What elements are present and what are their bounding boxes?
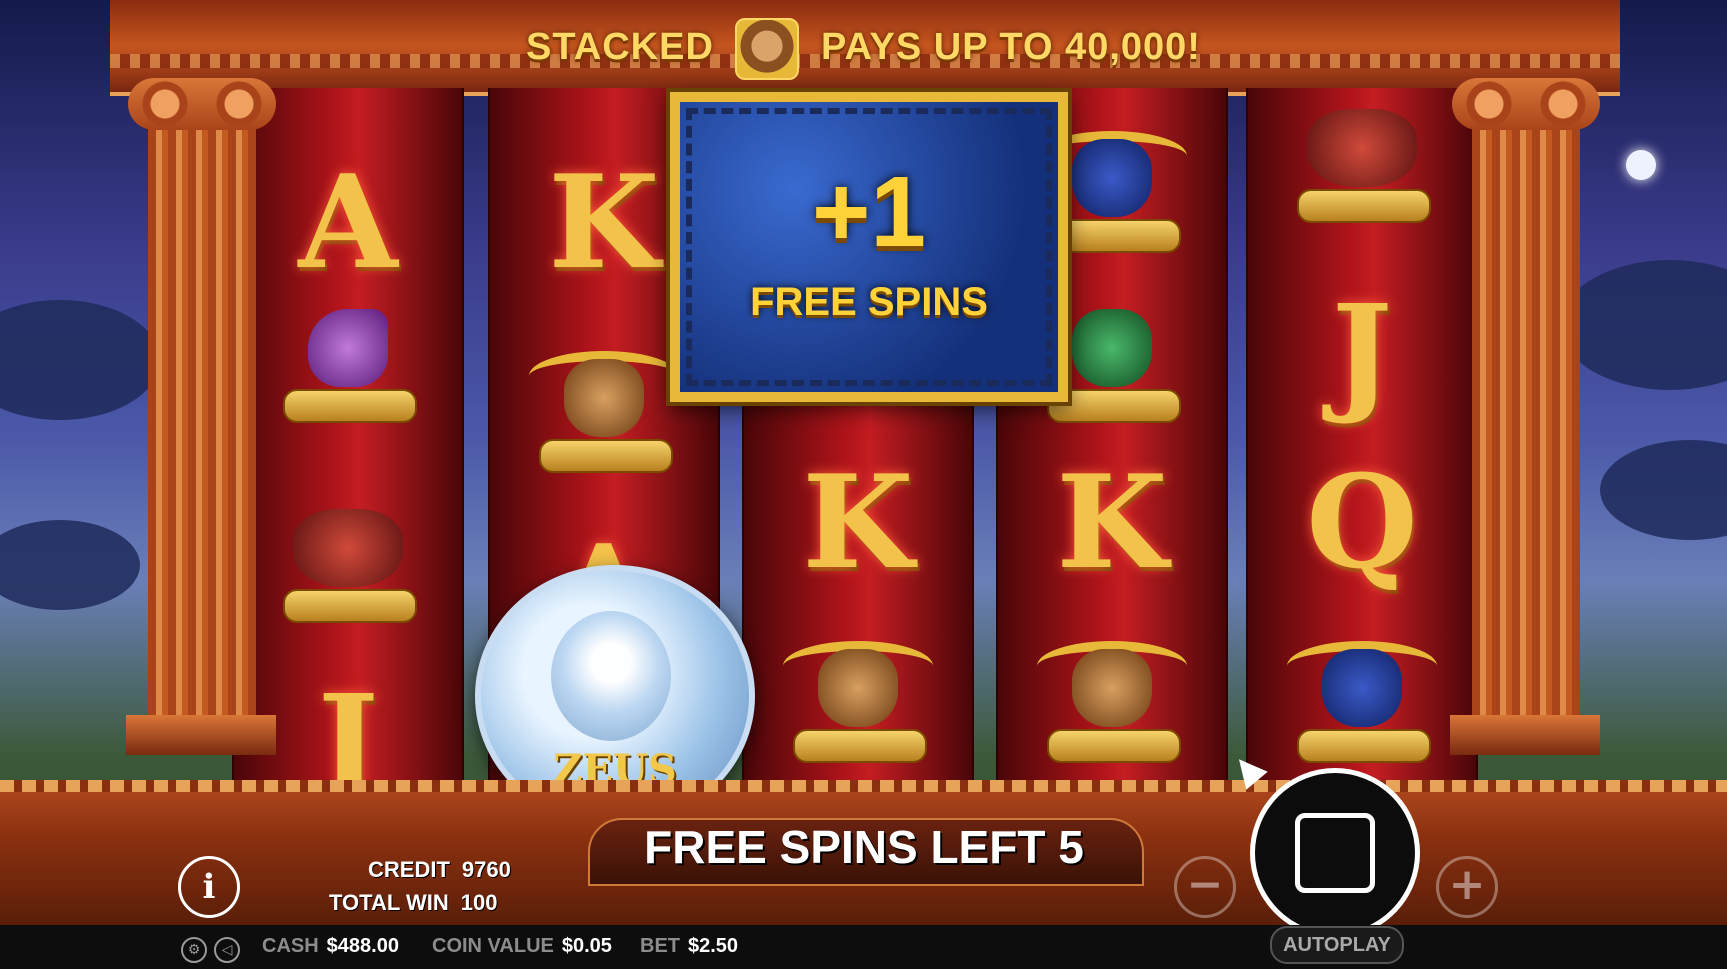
- moon-icon: [1626, 150, 1656, 180]
- free-spins-popup: +1 FREE SPINS: [670, 92, 1068, 402]
- cerberus-symbol-icon: [234, 488, 462, 638]
- bet-label: BET: [640, 935, 680, 957]
- reel-1: A J: [232, 88, 464, 807]
- symbol-q: Q: [1306, 448, 1418, 598]
- hercules-icon: [735, 18, 800, 80]
- popup-amount: +1: [811, 156, 926, 268]
- info-button[interactable]: i: [178, 856, 240, 918]
- background-tree: [0, 300, 160, 420]
- credit-label: CREDIT: [368, 857, 450, 882]
- background-tree: [1600, 440, 1727, 540]
- top-banner: STACKED PAYS UP TO 40,000!: [0, 18, 1727, 80]
- bet-value: $2.50: [688, 935, 739, 957]
- total-win-value: 100: [460, 890, 498, 915]
- ram-symbol-icon: [998, 628, 1226, 778]
- symbol-k: K: [802, 448, 914, 598]
- ram-symbol-icon: [744, 628, 972, 778]
- bull-symbol-icon: [1248, 628, 1476, 778]
- coin-value-display: COIN VALUE $0.05: [432, 935, 612, 958]
- credit-row: CREDIT 9760: [368, 857, 511, 883]
- left-column-capital: [128, 78, 276, 130]
- right-column: [1472, 80, 1580, 740]
- background-tree: [1560, 260, 1727, 390]
- symbol-k: K: [1056, 448, 1168, 598]
- cash-value: $488.00: [326, 935, 399, 957]
- free-spins-left-text: FREE SPINS LEFT 5: [644, 821, 1084, 873]
- cash-label: CASH: [262, 935, 319, 957]
- bet-display: BET $2.50: [640, 935, 738, 958]
- autoplay-button[interactable]: AUTOPLAY: [1270, 926, 1404, 964]
- total-win-label: TOTAL WIN: [329, 890, 449, 915]
- settings-icon[interactable]: ⚙: [181, 937, 207, 963]
- total-win-row: TOTAL WIN 100: [329, 890, 497, 916]
- eagle-symbol-icon: [234, 288, 462, 438]
- symbol-a: A: [298, 148, 398, 298]
- popup-label: FREE SPINS: [750, 280, 988, 324]
- stop-icon: [1295, 813, 1375, 893]
- background-tree: [0, 520, 140, 610]
- cerberus-symbol-icon: [1248, 88, 1476, 238]
- cash-display: CASH $488.00: [262, 935, 399, 958]
- credit-value: 9760: [461, 857, 511, 882]
- banner-right-text: PAYS UP TO 40,000!: [821, 26, 1201, 69]
- left-column-base: [126, 715, 276, 755]
- bottom-bar: [0, 925, 1727, 969]
- coin-value-label: COIN VALUE: [432, 935, 554, 957]
- coin-value-value: $0.05: [561, 935, 612, 957]
- floor-ornament: [0, 780, 1727, 792]
- bet-decrease-button[interactable]: −: [1174, 856, 1236, 918]
- right-column-base: [1450, 715, 1600, 755]
- reel-5: J Q: [1246, 88, 1478, 788]
- right-column-capital: [1452, 78, 1600, 130]
- banner-left-text: STACKED: [526, 26, 714, 69]
- symbol-j: J: [1331, 278, 1393, 428]
- bet-increase-button[interactable]: +: [1436, 856, 1498, 918]
- sound-icon[interactable]: ◁: [214, 937, 240, 963]
- left-column: [148, 80, 256, 740]
- spin-stop-button[interactable]: [1250, 768, 1420, 938]
